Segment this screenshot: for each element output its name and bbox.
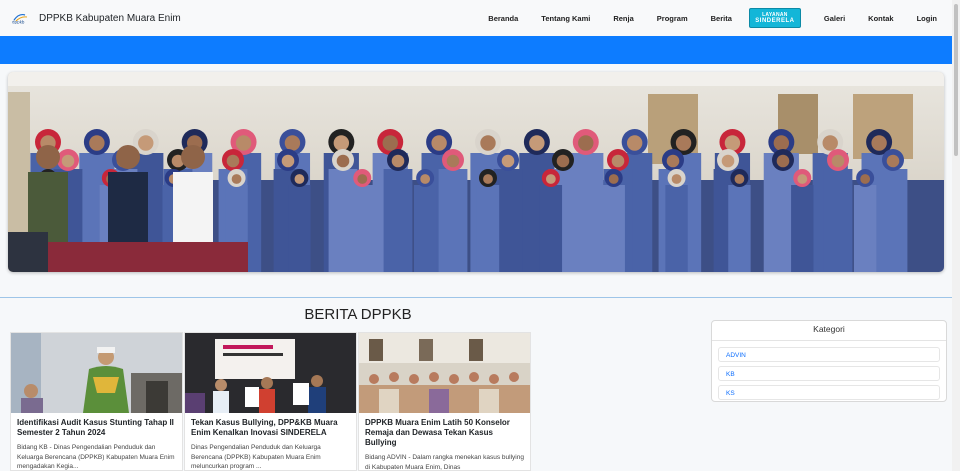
dppkb-logo-icon: dppkb <box>12 13 28 25</box>
news-card[interactable]: Identifikasi Audit Kasus Stunting Tahap … <box>10 332 183 471</box>
badge-line2: SINDERELA <box>755 17 795 24</box>
hero-photo <box>8 72 944 272</box>
nav-links: Beranda Tentang Kami Renja Program Berit… <box>488 0 937 36</box>
nav-renja[interactable]: Renja <box>613 14 633 23</box>
category-item-ks[interactable]: KS <box>718 385 940 400</box>
scrollbar-thumb[interactable] <box>954 4 958 156</box>
category-item-kb[interactable]: KB <box>718 366 940 381</box>
section-divider <box>0 297 952 298</box>
page-scrollbar[interactable] <box>952 0 960 471</box>
news-card-title[interactable]: Tekan Kasus Bullying, DPP&KB Muara Enim … <box>191 418 350 438</box>
nav-login[interactable]: Login <box>917 14 937 23</box>
nav-berita[interactable]: Berita <box>711 14 732 23</box>
nav-kontak[interactable]: Kontak <box>868 14 893 23</box>
nav-program[interactable]: Program <box>657 14 688 23</box>
news-card-excerpt: Bidang ADVIN - Dalam rangka menekan kasu… <box>365 454 524 471</box>
layanan-sinderela-button[interactable]: LAYANAN SINDERELA <box>748 8 801 28</box>
news-card[interactable]: Tekan Kasus Bullying, DPP&KB Muara Enim … <box>184 332 357 471</box>
news-card-title[interactable]: Identifikasi Audit Kasus Stunting Tahap … <box>17 418 176 438</box>
brand-title: DPPKB Kabupaten Muara Enim <box>39 12 181 24</box>
nav-beranda[interactable]: Beranda <box>488 14 518 23</box>
news-card-image <box>185 333 356 413</box>
news-section-title: BERITA DPPKB <box>304 306 412 323</box>
nav-tentang-kami[interactable]: Tentang Kami <box>541 14 590 23</box>
news-card-excerpt: Dinas Pengendalian Penduduk dan Keluarga… <box>191 444 321 470</box>
navbar: dppkb DPPKB Kabupaten Muara Enim Beranda… <box>0 0 952 36</box>
category-item-advin[interactable]: ADVIN <box>718 347 940 362</box>
news-card[interactable]: DPPKB Muara Enim Latih 50 Konselor Remaj… <box>358 332 531 471</box>
news-card-excerpt: Bidang KB - Dinas Pengendalian Penduduk … <box>17 444 175 470</box>
blue-banner-bar <box>0 36 952 64</box>
news-card-image <box>359 333 530 413</box>
news-card-image <box>11 333 182 413</box>
brand[interactable]: dppkb DPPKB Kabupaten Muara Enim <box>11 12 181 25</box>
svg-text:dppkb: dppkb <box>12 20 25 25</box>
category-title: Kategori <box>712 321 946 341</box>
category-sidebar: Kategori ADVIN KB KS <box>711 320 947 402</box>
group-photo-image <box>8 72 944 272</box>
news-card-title[interactable]: DPPKB Muara Enim Latih 50 Konselor Remaj… <box>365 418 524 448</box>
nav-galeri[interactable]: Galeri <box>824 14 845 23</box>
